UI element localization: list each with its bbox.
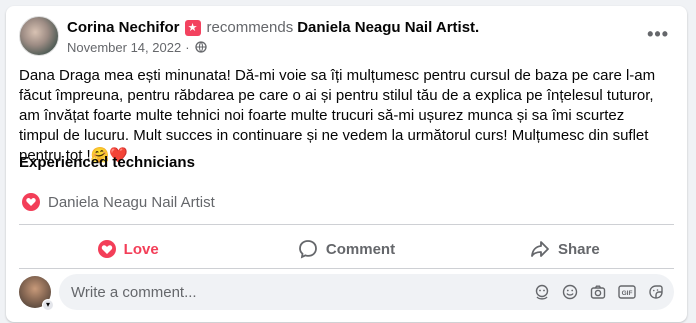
post-card: Corina Nechifor ★ recommends Daniela Nea… (6, 6, 687, 322)
love-button[interactable]: Love (19, 231, 237, 267)
recommendation-row[interactable]: Daniela Neagu Nail Artist (22, 193, 215, 211)
divider-top (19, 224, 674, 225)
love-label: Love (123, 240, 159, 258)
chevron-down-icon[interactable]: ▾ (42, 299, 54, 311)
svg-text:GIF: GIF (622, 290, 633, 297)
share-icon (531, 241, 549, 257)
comment-composer: ▾ Write a comment... GIF (19, 274, 674, 311)
comment-placeholder: Write a comment... (71, 283, 197, 301)
gif-icon[interactable]: GIF (618, 284, 636, 300)
post-date[interactable]: November 14, 2022 (67, 40, 181, 55)
love-icon (97, 240, 116, 258)
globe-icon[interactable] (194, 41, 207, 53)
header-text: Corina Nechifor ★ recommends Daniela Nea… (67, 18, 479, 55)
comment-input[interactable]: Write a comment... GIF (59, 274, 674, 310)
page-name[interactable]: Daniela Neagu Nail Artist. (297, 19, 479, 36)
top-fan-badge-icon: ★ (184, 19, 201, 36)
comment-button[interactable]: Comment (237, 231, 455, 267)
action-bar: Love Comment Share (19, 231, 674, 267)
current-user-avatar[interactable]: ▾ (19, 276, 54, 311)
comment-label: Comment (325, 240, 396, 258)
divider-bottom (19, 268, 674, 269)
recommend-heart-icon (22, 193, 40, 211)
share-label: Share (557, 240, 600, 258)
emoji-icon[interactable] (562, 284, 578, 300)
share-button[interactable]: Share (456, 231, 674, 267)
comment-icon (299, 240, 317, 259)
recommends-text: recommends (206, 19, 294, 36)
header-line: Corina Nechifor ★ recommends Daniela Nea… (67, 18, 479, 38)
author-name[interactable]: Corina Nechifor (67, 19, 180, 36)
post-meta: November 14, 2022 · (67, 40, 479, 55)
camera-icon[interactable] (590, 284, 606, 300)
sticker-icon[interactable] (648, 284, 664, 300)
post-header: Corina Nechifor ★ recommends Daniela Nea… (19, 16, 479, 56)
post-body: Dana Draga mea ești minunata! Dă-mi voie… (19, 67, 656, 164)
author-avatar[interactable] (19, 16, 59, 56)
recommended-page-name[interactable]: Daniela Neagu Nail Artist (48, 194, 215, 211)
more-options-button[interactable]: ••• (647, 24, 669, 45)
recommendation-tag: Experienced technicians (19, 154, 195, 171)
date-separator: · (185, 39, 190, 55)
avatar-sticker-icon[interactable] (534, 284, 550, 300)
comment-tools: GIF (522, 284, 664, 300)
